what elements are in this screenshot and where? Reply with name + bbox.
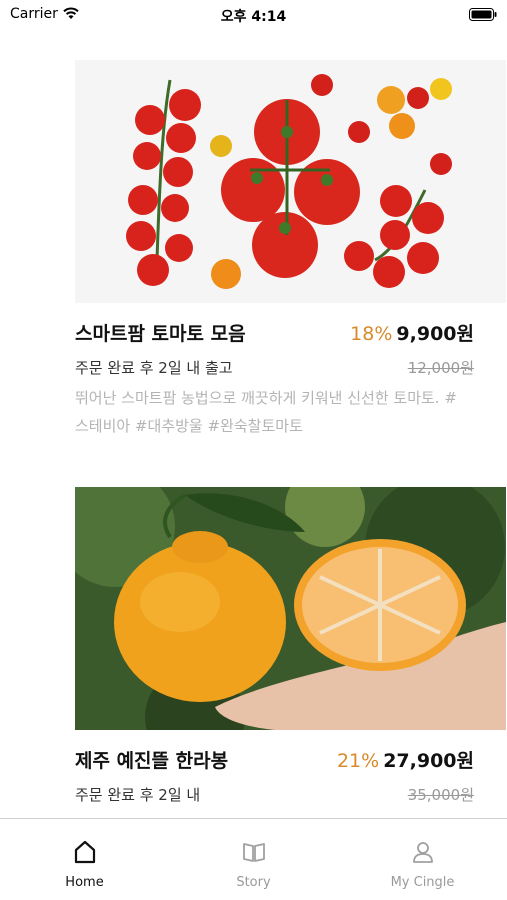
sale-price: 27,900원 bbox=[383, 750, 474, 772]
product-title[interactable]: 스마트팜 토마토 모음 bbox=[75, 319, 246, 346]
user-icon bbox=[413, 842, 433, 863]
shipping-info: 주문 완료 후 2일 내 bbox=[75, 786, 201, 804]
tab-home[interactable]: Home bbox=[0, 819, 169, 900]
tab-label: My Cingle bbox=[390, 875, 455, 890]
product-description: 뛰어난 스마트팜 농법으로 깨끗하게 키워낸 신선한 토마토. #스테비아 #대… bbox=[75, 389, 457, 435]
price-box: 18% 9,900원 bbox=[350, 319, 474, 346]
status-time: 오후 4:14 bbox=[220, 9, 287, 25]
product-card-hallabong[interactable]: 제주 예진뜰 한라봉 21% 27,900원 주문 완료 후 2일 내 35,00… bbox=[75, 487, 506, 817]
original-price: 12,000원 bbox=[407, 359, 474, 377]
battery-icon bbox=[469, 8, 497, 21]
tab-story[interactable]: Story bbox=[169, 819, 338, 900]
product-title[interactable]: 제주 예진뜰 한라봉 bbox=[75, 746, 228, 773]
book-icon bbox=[243, 843, 265, 862]
product-image-tomato[interactable] bbox=[75, 60, 506, 303]
tab-label: Home bbox=[65, 875, 104, 890]
original-price: 35,000원 bbox=[407, 786, 474, 804]
discount-rate: 18% bbox=[350, 323, 393, 345]
tab-my-cingle[interactable]: My Cingle bbox=[338, 819, 507, 900]
price-box: 21% 27,900원 bbox=[337, 746, 474, 773]
home-icon bbox=[74, 840, 96, 864]
status-bar: Carrier 오후 4:14 bbox=[0, 0, 507, 28]
tab-label: Story bbox=[236, 875, 271, 890]
shipping-info: 주문 완료 후 2일 내 출고 bbox=[75, 359, 233, 377]
sale-price: 9,900원 bbox=[396, 323, 474, 345]
product-image-hallabong[interactable] bbox=[75, 487, 506, 730]
tab-bar: Home Story My Cingle bbox=[0, 818, 507, 900]
discount-rate: 21% bbox=[336, 750, 380, 772]
product-card-tomato[interactable]: 스마트팜 토마토 모음 18% 9,900원 주문 완료 후 2일 내 출고 12… bbox=[75, 60, 506, 440]
